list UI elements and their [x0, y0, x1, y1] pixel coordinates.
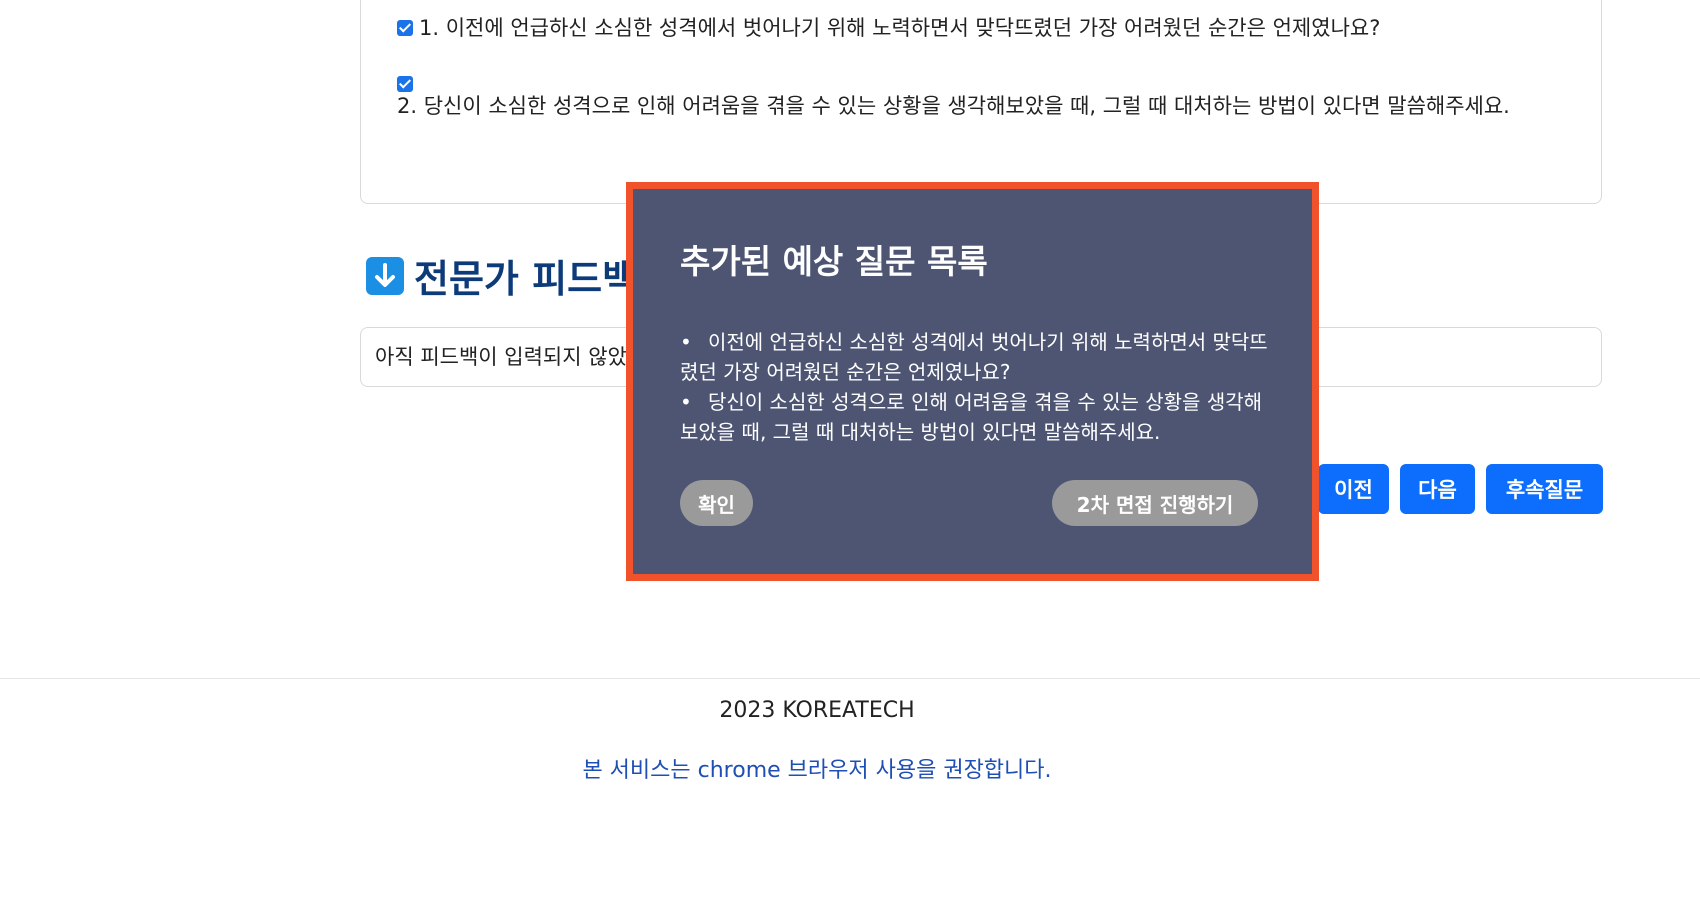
question-1-checkbox[interactable]	[397, 20, 413, 36]
footer-browser-note: 본 서비스는 chrome 브라우저 사용을 권장합니다.	[582, 758, 1052, 783]
footer-divider	[0, 678, 1700, 679]
second-interview-button[interactable]: 2차 면접 진행하기	[1052, 480, 1258, 526]
feedback-heading: 전문가 피드백	[366, 248, 637, 303]
question-card: 1. 이전에 언급하신 소심한 성격에서 벗어나기 위해 노력하면서 맞닥뜨렸던…	[360, 0, 1602, 204]
feedback-title: 전문가 피드백	[414, 257, 637, 301]
arrow-down-icon	[366, 256, 404, 295]
modal-question-list: 이전에 언급하신 소심한 성격에서 벗어나기 위해 노력하면서 맞닥뜨렸던 가장…	[680, 327, 1270, 447]
next-button[interactable]: 다음	[1400, 464, 1475, 514]
footer-copyright: 2023 KOREATECH	[719, 698, 915, 723]
confirm-button[interactable]: 확인	[680, 480, 753, 526]
modal-title: 추가된 예상 질문 목록	[680, 242, 988, 281]
followup-question-button[interactable]: 후속질문	[1486, 464, 1603, 514]
question-item-1: 1. 이전에 언급하신 소심한 성격에서 벗어나기 위해 노력하면서 맞닥뜨렸던…	[397, 12, 1380, 44]
question-2-text: 2. 당신이 소심한 성격으로 인해 어려움을 겪을 수 있는 상황을 생각해보…	[397, 94, 1510, 118]
modal-question-item: 당신이 소심한 성격으로 인해 어려움을 겪을 수 있는 상황을 생각해보았을 …	[680, 387, 1270, 447]
modal-question-item: 이전에 언급하신 소심한 성격에서 벗어나기 위해 노력하면서 맞닥뜨렸던 가장…	[680, 327, 1270, 387]
added-questions-modal: 추가된 예상 질문 목록 이전에 언급하신 소심한 성격에서 벗어나기 위해 노…	[626, 182, 1319, 581]
page: 1. 이전에 언급하신 소심한 성격에서 벗어나기 위해 노력하면서 맞닥뜨렸던…	[0, 0, 1700, 900]
question-1-text: 1. 이전에 언급하신 소심한 성격에서 벗어나기 위해 노력하면서 맞닥뜨렸던…	[419, 16, 1381, 40]
prev-button[interactable]: 이전	[1318, 464, 1389, 514]
